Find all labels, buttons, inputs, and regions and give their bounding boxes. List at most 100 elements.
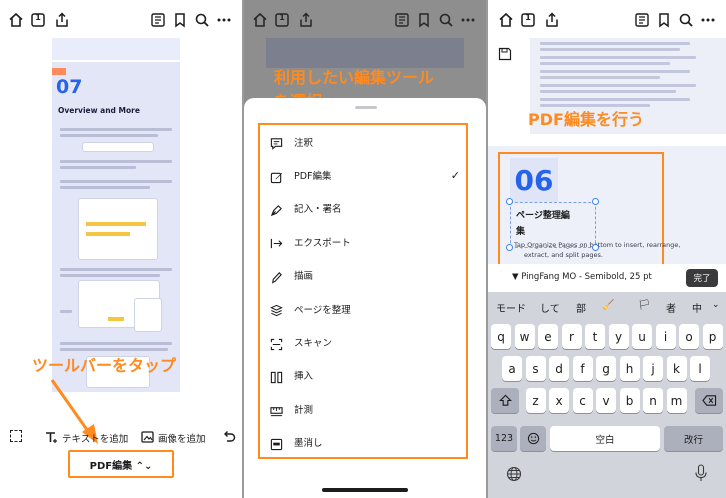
- insert-icon: [270, 369, 283, 384]
- sheet-grabber[interactable]: [355, 106, 377, 109]
- screen-tool-menu: 1 利用したい編集ツール を選択 注釈: [244, 0, 486, 498]
- microphone-icon[interactable]: [694, 464, 708, 482]
- globe-icon[interactable]: [506, 466, 522, 482]
- menu-item-insert[interactable]: 挿入: [260, 359, 466, 392]
- search-icon[interactable]: [678, 12, 694, 28]
- key[interactable]: o: [679, 324, 699, 349]
- resize-handle[interactable]: [592, 244, 599, 251]
- menu-item-organize-pages[interactable]: ページを整理: [260, 292, 466, 325]
- page-number-icon[interactable]: 1: [274, 12, 290, 28]
- menu-item-fill-sign[interactable]: 記入・署名: [260, 192, 466, 225]
- menu-item-redact[interactable]: 墨消し: [260, 426, 466, 459]
- key[interactable]: j: [643, 356, 663, 381]
- home-icon[interactable]: [8, 12, 24, 28]
- suggestion-item[interactable]: 部: [576, 300, 586, 315]
- key[interactable]: d: [549, 356, 569, 381]
- home-icon[interactable]: [498, 12, 514, 28]
- undo-icon[interactable]: [222, 429, 236, 443]
- key[interactable]: w: [514, 324, 535, 349]
- key[interactable]: q: [491, 324, 511, 349]
- key[interactable]: b: [619, 388, 640, 413]
- reader-view-icon[interactable]: [150, 12, 166, 28]
- menu-item-draw[interactable]: 描画: [260, 259, 466, 292]
- numbers-key[interactable]: 123: [491, 426, 517, 451]
- page-number-icon[interactable]: 1: [30, 12, 46, 28]
- page-badge: 1: [35, 13, 41, 22]
- key[interactable]: k: [666, 356, 687, 381]
- menu-item-export[interactable]: エクスポート: [260, 225, 466, 258]
- suggestion-item[interactable]: して: [540, 300, 560, 315]
- menu-item-label: PDF編集: [294, 171, 332, 183]
- menu-item-label: 計測: [294, 404, 314, 416]
- emoji-key[interactable]: [520, 426, 546, 451]
- key[interactable]: z: [525, 388, 546, 413]
- page-badge: 1: [525, 13, 531, 22]
- share-icon[interactable]: [544, 12, 560, 28]
- export-icon: [270, 235, 283, 249]
- key[interactable]: p: [702, 324, 723, 349]
- save-icon[interactable]: [498, 46, 512, 61]
- backspace-key[interactable]: [695, 388, 723, 413]
- home-icon[interactable]: [252, 12, 268, 28]
- editing-text[interactable]: ページ整理編 集: [516, 208, 570, 240]
- more-icon[interactable]: [460, 12, 476, 28]
- new-tag: [52, 68, 66, 75]
- more-icon[interactable]: [700, 12, 716, 28]
- key[interactable]: t: [585, 324, 605, 349]
- key[interactable]: g: [596, 356, 616, 381]
- search-icon[interactable]: [194, 12, 210, 28]
- suggestion-item[interactable]: 🧹: [602, 300, 614, 311]
- key[interactable]: r: [561, 324, 582, 349]
- text-tool-icon[interactable]: [44, 429, 58, 443]
- reader-view-icon[interactable]: [394, 12, 410, 28]
- key[interactable]: s: [525, 356, 546, 381]
- select-area-icon[interactable]: [10, 430, 22, 442]
- key[interactable]: i: [655, 324, 676, 349]
- suggestion-item[interactable]: モード: [496, 300, 526, 315]
- menu-item-label: スキャン: [294, 338, 333, 350]
- share-icon[interactable]: [298, 12, 314, 28]
- bookmark-icon[interactable]: [172, 12, 188, 28]
- resize-handle[interactable]: [592, 198, 599, 205]
- menu-item-scan[interactable]: スキャン: [260, 325, 466, 358]
- menu-item-annotate[interactable]: 注釈: [260, 125, 466, 158]
- shift-key[interactable]: [491, 388, 519, 413]
- key[interactable]: m: [666, 388, 687, 413]
- key[interactable]: u: [632, 324, 652, 349]
- suggestion-item[interactable]: 者: [666, 300, 676, 315]
- resize-handle[interactable]: [506, 244, 513, 251]
- add-image-button[interactable]: 画像を追加: [158, 431, 206, 445]
- key[interactable]: x: [549, 388, 569, 413]
- key[interactable]: f: [572, 356, 593, 381]
- key[interactable]: v: [596, 388, 616, 413]
- image-tool-icon[interactable]: [141, 429, 155, 443]
- pencil-icon: [270, 269, 283, 284]
- key[interactable]: y: [608, 324, 629, 349]
- suggestion-item[interactable]: 🏳: [638, 300, 651, 311]
- add-text-button[interactable]: テキストを追加: [62, 431, 128, 445]
- page-number-icon[interactable]: 1: [520, 12, 536, 28]
- bookmark-icon[interactable]: [656, 12, 672, 28]
- return-key[interactable]: 改行: [664, 426, 723, 451]
- font-selector[interactable]: ▼ PingFang MO - Semibold, 25 pt: [512, 272, 652, 282]
- doc-heading: Overview and More: [58, 106, 140, 115]
- key[interactable]: l: [690, 356, 710, 381]
- chevron-down-icon[interactable]: ⌄: [712, 300, 720, 310]
- search-icon[interactable]: [438, 12, 454, 28]
- bookmark-icon[interactable]: [416, 12, 432, 28]
- key[interactable]: n: [643, 388, 663, 413]
- key[interactable]: e: [538, 324, 558, 349]
- menu-item-measure[interactable]: 計測: [260, 392, 466, 425]
- space-key[interactable]: 空白: [550, 426, 660, 451]
- more-icon[interactable]: [216, 12, 232, 28]
- menu-item-pdf-edit[interactable]: PDF編集 ✓: [260, 158, 466, 191]
- key[interactable]: c: [572, 388, 593, 413]
- suggestion-item[interactable]: 中: [692, 300, 702, 315]
- share-icon[interactable]: [54, 12, 70, 28]
- key[interactable]: h: [619, 356, 640, 381]
- done-button[interactable]: 完了: [686, 269, 718, 287]
- reader-view-icon[interactable]: [634, 12, 650, 28]
- key[interactable]: a: [502, 356, 522, 381]
- pdf-edit-mode-button[interactable]: PDF編集 ⌃⌄: [68, 450, 174, 478]
- resize-handle[interactable]: [506, 198, 513, 205]
